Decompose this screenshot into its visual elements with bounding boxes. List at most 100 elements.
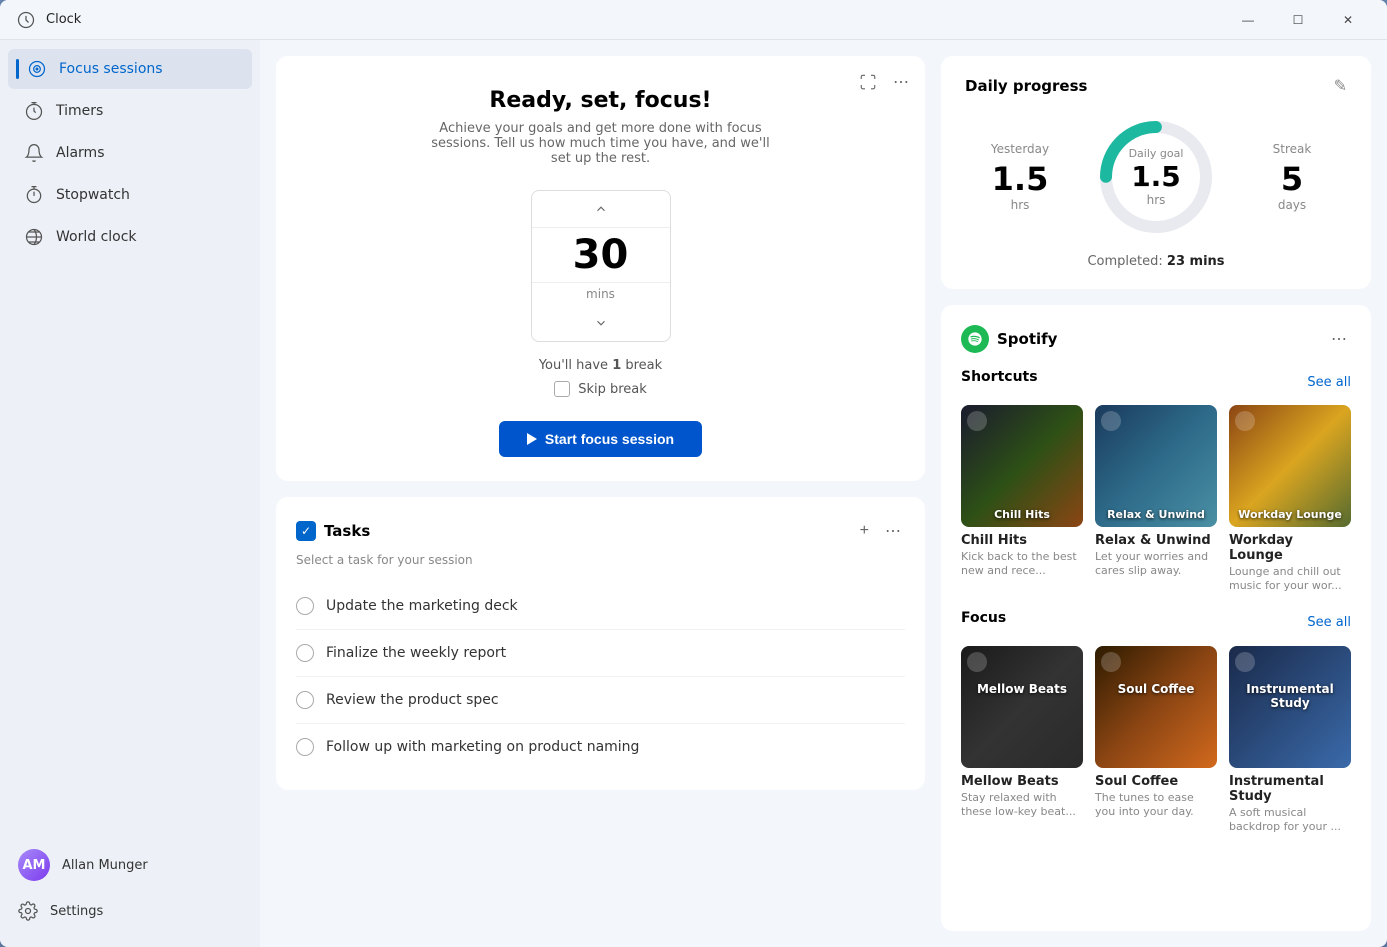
spotify-more-button[interactable]: ⋯: [1327, 325, 1351, 353]
tasks-subtitle: Select a task for your session: [296, 553, 905, 567]
start-focus-session-button[interactable]: Start focus session: [499, 421, 702, 457]
user-item[interactable]: AM Allan Munger: [8, 839, 252, 891]
task-radio-1[interactable]: [296, 644, 314, 662]
instrumental-thumb: Instrumental Study: [1229, 646, 1351, 768]
spotify-icon: [967, 331, 983, 347]
main-content: ⋯ Ready, set, focus! Achieve your goals …: [260, 40, 1387, 947]
skip-break-label: Skip break: [578, 382, 647, 397]
sidebar: Focus sessions Timers Alarms: [0, 40, 260, 947]
app-body: Focus sessions Timers Alarms: [0, 40, 1387, 947]
clock-icon: [16, 10, 36, 30]
mellow-beats-dot: [967, 652, 987, 672]
sidebar-item-alarms[interactable]: Alarms: [8, 133, 252, 173]
maximize-button[interactable]: ☐: [1275, 4, 1321, 36]
focus-card: ⋯ Ready, set, focus! Achieve your goals …: [276, 56, 925, 481]
music-card-relax-unwind[interactable]: Relax & Unwind Relax & Unwind Let your w…: [1095, 405, 1217, 594]
workday-lounge-thumb: Workday Lounge: [1229, 405, 1351, 527]
focus-section-row: Focus See all: [961, 610, 1351, 636]
mellow-beats-name: Mellow Beats: [961, 774, 1083, 789]
right-column: Daily progress ✎ Yesterday 1.5 hrs: [941, 56, 1371, 931]
task-label-0: Update the marketing deck: [326, 598, 518, 614]
shortcuts-grid: Chill Hits Chill Hits Kick back to the b…: [961, 405, 1351, 594]
shortcuts-see-all[interactable]: See all: [1307, 375, 1351, 390]
music-card-instrumental-study[interactable]: Instrumental Study Instrumental Study A …: [1229, 646, 1351, 835]
break-info: You'll have 1 break: [539, 358, 662, 373]
task-radio-0[interactable]: [296, 597, 314, 615]
spotify-logo: Spotify: [961, 325, 1327, 353]
relax-unwind-image: Relax & Unwind: [1095, 405, 1217, 527]
play-icon: [527, 433, 537, 445]
music-card-mellow-beats[interactable]: Mellow Beats Mellow Beats Stay relaxed w…: [961, 646, 1083, 835]
task-radio-3[interactable]: [296, 738, 314, 756]
task-item-1[interactable]: Finalize the weekly report: [296, 630, 905, 677]
task-radio-2[interactable]: [296, 691, 314, 709]
add-task-button[interactable]: +: [856, 518, 873, 544]
sidebar-item-focus-sessions[interactable]: Focus sessions: [8, 49, 252, 89]
focus-see-all[interactable]: See all: [1307, 615, 1351, 630]
donut-center: Daily goal 1.5 hrs: [1129, 147, 1184, 207]
chevron-down-icon: [594, 316, 608, 330]
time-label: mins: [586, 283, 615, 305]
focus-label: Focus: [961, 610, 1006, 626]
task-item-2[interactable]: Review the product spec: [296, 677, 905, 724]
completed-value: 23 mins: [1167, 254, 1225, 269]
sidebar-item-stopwatch[interactable]: Stopwatch: [8, 175, 252, 215]
chill-hits-thumb: Chill Hits: [961, 405, 1083, 527]
chill-hits-name: Chill Hits: [961, 533, 1083, 548]
sidebar-bottom: AM Allan Munger Settings: [0, 831, 260, 939]
edit-goal-button[interactable]: ✎: [1334, 76, 1347, 96]
tasks-check-icon: ✓: [296, 521, 316, 541]
alarms-label: Alarms: [56, 145, 105, 161]
active-indicator: [16, 59, 19, 79]
more-options-icon: ⋯: [893, 72, 909, 92]
music-card-chill-hits[interactable]: Chill Hits Chill Hits Kick back to the b…: [961, 405, 1083, 594]
streak-value: 5: [1237, 160, 1347, 198]
chill-hits-dot: [967, 411, 987, 431]
sidebar-item-world-clock[interactable]: World clock: [8, 217, 252, 257]
shortcuts-label: Shortcuts: [961, 369, 1038, 385]
sidebar-item-timers[interactable]: Timers: [8, 91, 252, 131]
mellow-beats-image: Mellow Beats: [961, 646, 1083, 768]
daily-progress-card: Daily progress ✎ Yesterday 1.5 hrs: [941, 56, 1371, 289]
relax-unwind-name: Relax & Unwind: [1095, 533, 1217, 548]
soul-coffee-name: Soul Coffee: [1095, 774, 1217, 789]
task-item-0[interactable]: Update the marketing deck: [296, 583, 905, 630]
tasks-title: Tasks: [324, 522, 848, 540]
soul-coffee-thumb: Soul Coffee: [1095, 646, 1217, 768]
music-card-workday-lounge[interactable]: Workday Lounge Workday Lounge Lounge and…: [1229, 405, 1351, 594]
tasks-card: ✓ Tasks + ⋯ Select a task for your sessi…: [276, 497, 925, 790]
workday-lounge-thumb-label: Workday Lounge: [1235, 508, 1345, 521]
close-button[interactable]: ✕: [1325, 4, 1371, 36]
more-options-button[interactable]: ⋯: [889, 68, 913, 96]
minimize-button[interactable]: —: [1225, 4, 1271, 36]
settings-item[interactable]: Settings: [8, 891, 252, 931]
task-label-2: Review the product spec: [326, 692, 499, 708]
soul-coffee-thumb-label: Soul Coffee: [1095, 682, 1217, 696]
task-label-3: Follow up with marketing on product nami…: [326, 739, 639, 755]
soul-coffee-image: Soul Coffee: [1095, 646, 1217, 768]
chill-hits-desc: Kick back to the best new and rece...: [961, 550, 1083, 579]
chill-hits-thumb-label: Chill Hits: [967, 508, 1077, 521]
expand-icon: [859, 73, 877, 91]
time-down-button[interactable]: [532, 305, 670, 341]
spotify-name: Spotify: [997, 330, 1057, 348]
time-picker: 30 mins: [531, 190, 671, 342]
instrumental-dot: [1235, 652, 1255, 672]
task-item-3[interactable]: Follow up with marketing on product nami…: [296, 724, 905, 770]
skip-break-checkbox[interactable]: [554, 381, 570, 397]
stopwatch-icon: [24, 185, 44, 205]
soul-coffee-dot: [1101, 652, 1121, 672]
workday-lounge-dot: [1235, 411, 1255, 431]
music-card-soul-coffee[interactable]: Soul Coffee Soul Coffee The tunes to eas…: [1095, 646, 1217, 835]
instrumental-desc: A soft musical backdrop for your ...: [1229, 806, 1351, 835]
window-controls: — ☐ ✕: [1225, 4, 1371, 36]
time-display: 30: [532, 227, 670, 283]
task-label-1: Finalize the weekly report: [326, 645, 506, 661]
workday-lounge-image: Workday Lounge: [1229, 405, 1351, 527]
time-up-button[interactable]: [532, 191, 670, 227]
avatar: AM: [18, 849, 50, 881]
tasks-more-button[interactable]: ⋯: [881, 517, 905, 545]
daily-goal-label: Daily goal: [1129, 147, 1184, 160]
expand-icon-button[interactable]: [855, 68, 881, 96]
skip-break-container: Skip break: [554, 381, 647, 397]
